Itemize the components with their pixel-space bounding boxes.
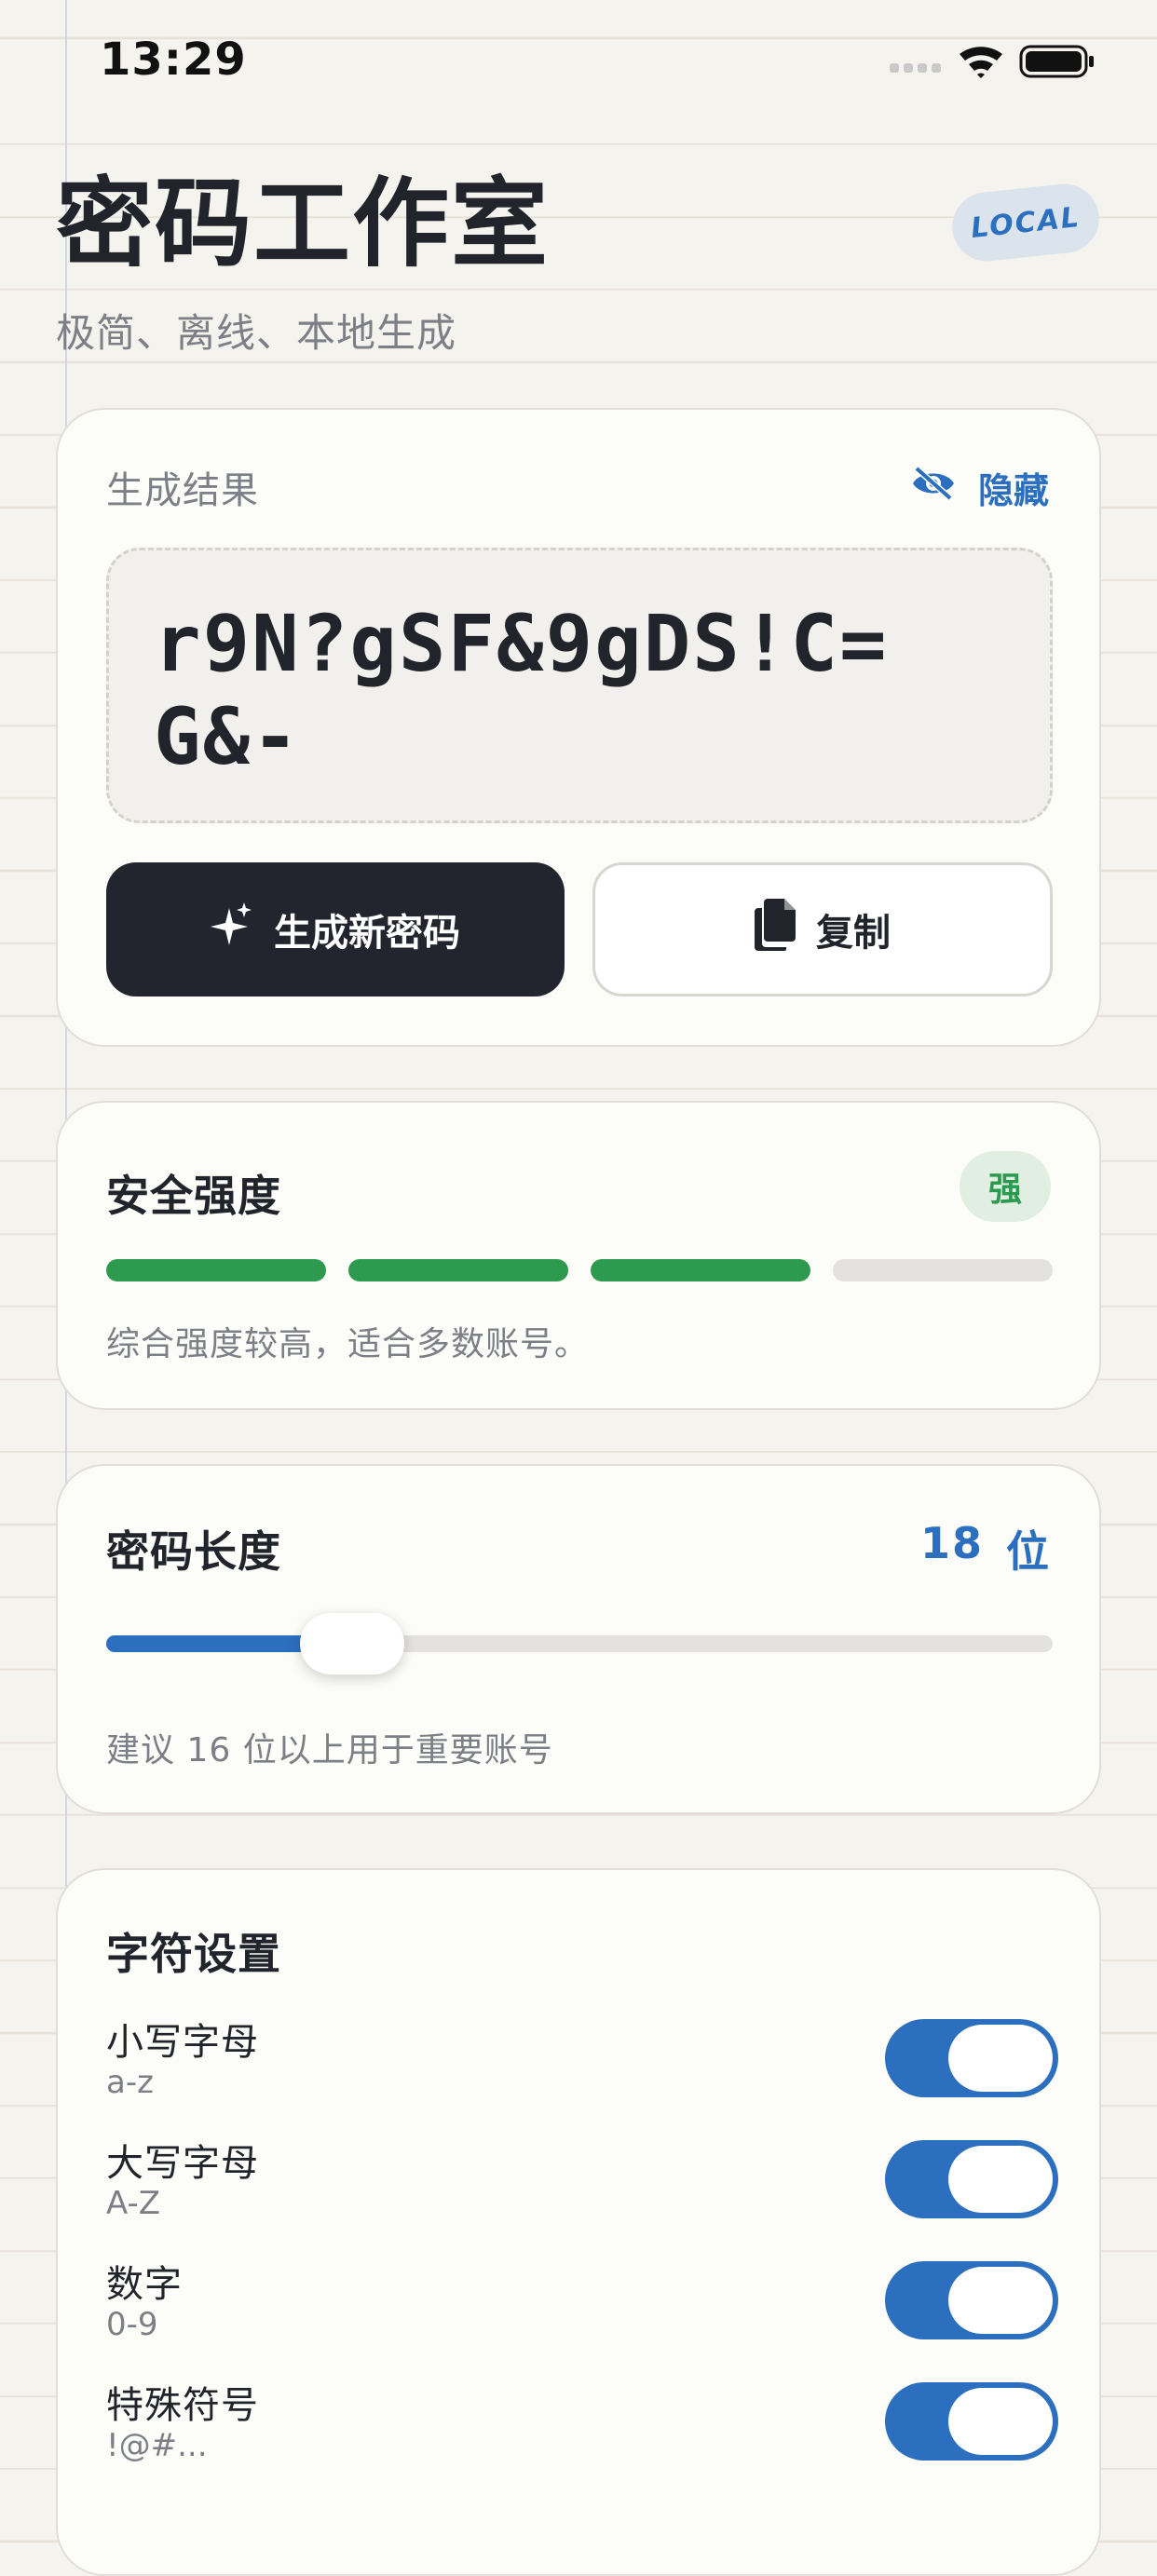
password-display: r9N?gSF&9gDS!C=G&- xyxy=(106,548,1053,823)
strength-card: 安全强度 强 综合强度较高，适合多数账号。 xyxy=(56,1101,1101,1410)
character-settings-card: 字符设置 小写字母 a-z 大写字母 A-Z 数字 0-9 特殊符号 !@#..… xyxy=(56,1868,1101,2576)
character-settings-title: 字符设置 xyxy=(106,1929,281,1979)
toggle-sublabel: !@#... xyxy=(106,2427,208,2464)
symbols-toggle[interactable] xyxy=(885,2382,1058,2461)
length-slider-thumb[interactable] xyxy=(300,1613,404,1674)
status-icons xyxy=(885,41,1099,82)
length-unit: 位 xyxy=(1006,1526,1051,1577)
toggle-label: 小写字母 xyxy=(106,2021,259,2064)
page-title: 密码工作室 xyxy=(56,167,551,280)
result-label: 生成结果 xyxy=(106,469,259,512)
toggle-row-numbers: 数字 0-9 xyxy=(106,2254,1058,2347)
toggle-sublabel: 0-9 xyxy=(106,2306,158,2343)
toggle-label: 数字 xyxy=(106,2263,183,2306)
generate-password-button[interactable]: 生成新密码 xyxy=(106,862,565,997)
length-card: 密码长度 18 位 建议 16 位以上用于重要账号 xyxy=(56,1464,1101,1814)
switch-knob xyxy=(948,2025,1053,2092)
length-title: 密码长度 xyxy=(106,1526,281,1577)
strength-segment xyxy=(106,1259,326,1281)
local-badge: LOCAL xyxy=(948,180,1103,265)
password-text: r9N?gSF&9gDS!C=G&- xyxy=(154,598,889,782)
toggle-row-lowercase: 小写字母 a-z xyxy=(106,2012,1058,2105)
lowercase-toggle[interactable] xyxy=(885,2019,1058,2097)
copy-button[interactable]: 复制 xyxy=(592,862,1053,997)
copy-label: 复制 xyxy=(816,912,891,955)
toggle-sublabel: a-z xyxy=(106,2064,154,2101)
uppercase-toggle[interactable] xyxy=(885,2140,1058,2218)
toggle-label: 特殊符号 xyxy=(106,2384,259,2427)
copy-icon xyxy=(755,899,796,960)
length-hint: 建议 16 位以上用于重要账号 xyxy=(106,1731,553,1769)
signal-icon xyxy=(890,63,941,73)
eye-off-icon xyxy=(909,465,958,510)
strength-meter xyxy=(106,1259,1053,1281)
status-time: 13:29 xyxy=(100,34,247,86)
strength-description: 综合强度较高，适合多数账号。 xyxy=(106,1325,590,1363)
hide-toggle[interactable]: 隐藏 xyxy=(909,462,1049,513)
strength-level-badge: 强 xyxy=(960,1151,1051,1222)
strength-segment xyxy=(591,1259,810,1281)
switch-knob xyxy=(948,2267,1053,2334)
toggle-sublabel: A-Z xyxy=(106,2185,161,2222)
length-value-display: 18 位 xyxy=(920,1518,1051,1579)
strength-segment xyxy=(348,1259,568,1281)
numbers-toggle[interactable] xyxy=(885,2261,1058,2339)
page-subtitle: 极简、离线、本地生成 xyxy=(56,310,457,356)
hide-label: 隐藏 xyxy=(977,470,1049,511)
length-value: 18 xyxy=(919,1518,984,1568)
strength-title: 安全强度 xyxy=(106,1171,281,1221)
switch-knob xyxy=(948,2388,1053,2455)
toggle-label: 大写字母 xyxy=(106,2142,259,2185)
battery-icon xyxy=(1019,45,1094,78)
toggle-row-symbols: 特殊符号 !@#... xyxy=(106,2375,1058,2468)
wifi-icon xyxy=(960,47,1002,78)
length-slider-track[interactable] xyxy=(106,1635,1053,1652)
generate-label: 生成新密码 xyxy=(274,912,460,955)
toggle-row-uppercase: 大写字母 A-Z xyxy=(106,2133,1058,2226)
switch-knob xyxy=(948,2146,1053,2213)
result-card: 生成结果 隐藏 r9N?gSF&9gDS!C=G&- 生成新密码 复制 xyxy=(56,408,1101,1047)
sparkle-icon xyxy=(211,902,253,956)
strength-segment xyxy=(833,1259,1053,1281)
